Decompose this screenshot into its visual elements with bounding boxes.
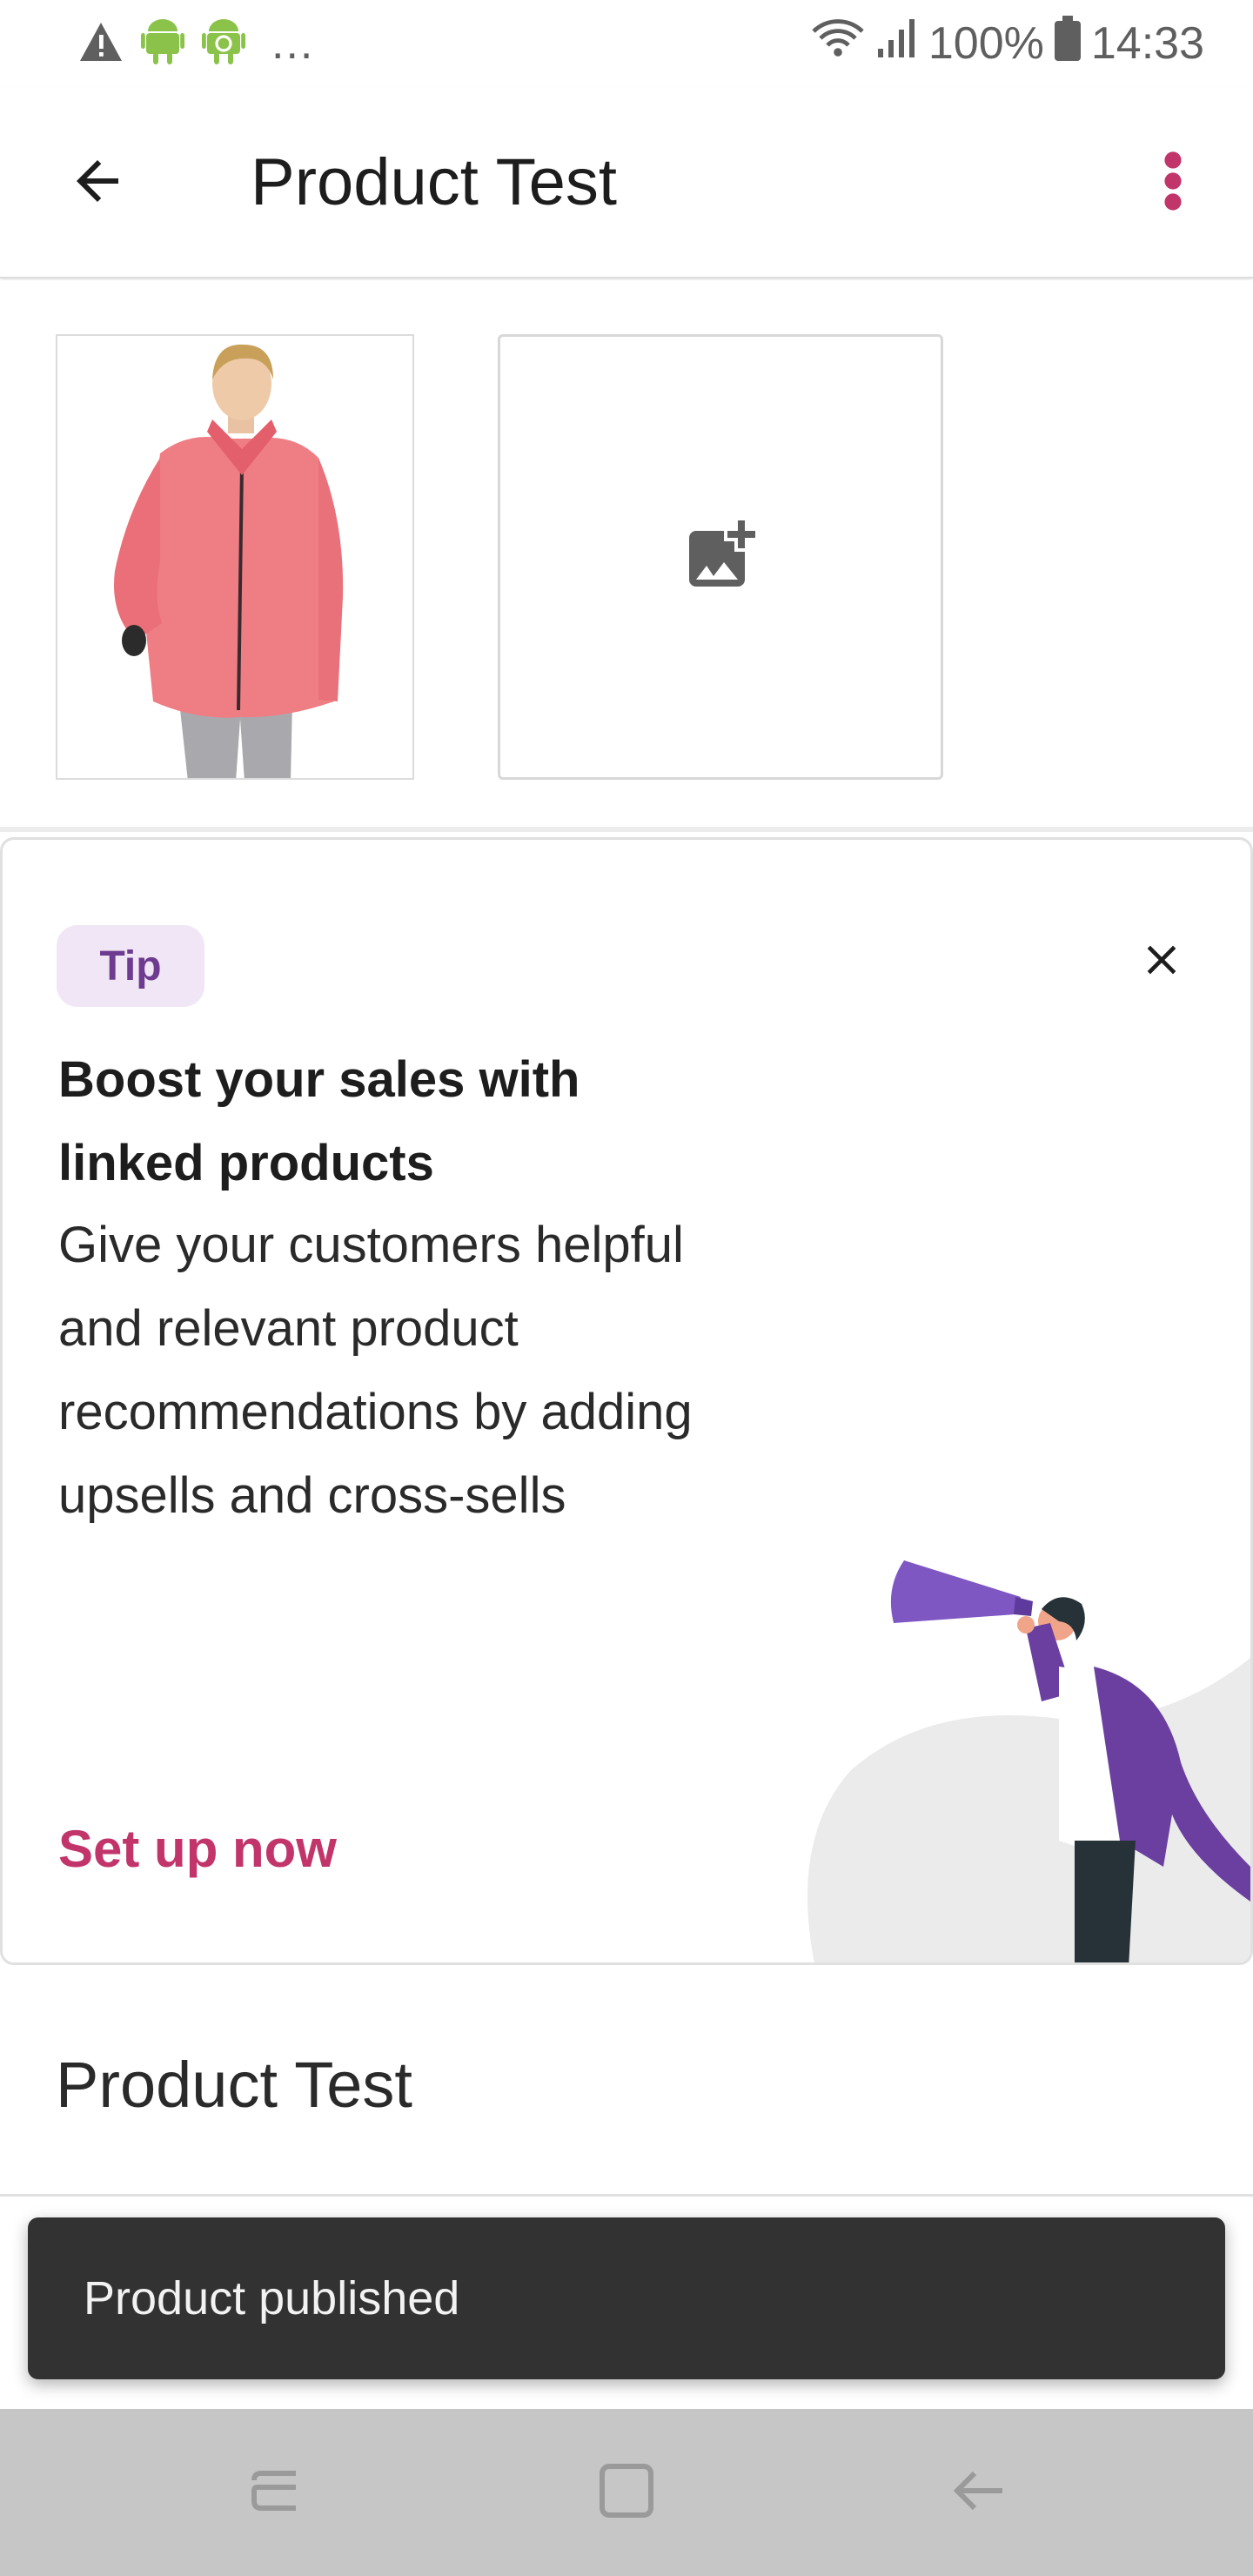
screen: ... 100% 14:33 Product Test Tip Boost yo…: [0, 0, 1253, 2576]
nav-back-icon: [947, 2459, 1009, 2526]
warning-icon: [78, 21, 124, 67]
arrow-back-icon: [66, 150, 129, 217]
set-up-now-link[interactable]: Set up now: [58, 1815, 337, 1884]
system-nav-bar: [0, 2409, 1253, 2576]
android-update-icon: [202, 17, 245, 70]
tip-description: Give your customers helpful and relevant…: [58, 1217, 693, 1524]
system-indicators: 100% 14:33: [810, 15, 1204, 72]
product-images: [0, 280, 1253, 832]
status-bar: ... 100% 14:33: [0, 0, 1253, 87]
more-notifications: ...: [271, 18, 315, 69]
notification-icons: ...: [78, 16, 314, 71]
snackbar: Product published: [28, 2217, 1225, 2379]
battery-percent: 100%: [928, 18, 1044, 69]
page-title: Product Test: [251, 145, 618, 219]
signal-icon: [876, 17, 918, 70]
add-photo-icon: [679, 513, 762, 601]
nav-back-button[interactable]: [936, 2451, 1020, 2534]
android-icon: [141, 17, 184, 70]
recents-button[interactable]: [233, 2451, 317, 2534]
home-icon: [595, 2459, 658, 2526]
megaphone-person-illustration: [807, 1560, 1250, 1962]
more-options-button[interactable]: [1131, 141, 1215, 225]
home-button[interactable]: [585, 2451, 668, 2534]
product-photo: [57, 336, 412, 778]
product-name-section[interactable]: Product Test: [0, 1965, 1253, 2197]
wifi-icon: [810, 16, 866, 72]
battery-icon: [1054, 15, 1081, 72]
app-bar: Product Test: [0, 87, 1253, 278]
back-button[interactable]: [56, 141, 139, 225]
add-image-button[interactable]: [498, 334, 943, 780]
snackbar-message: Product published: [84, 2272, 460, 2324]
tip-title: Boost your sales with linked products: [58, 1051, 580, 1191]
tip-close-button[interactable]: [1127, 927, 1196, 996]
product-name: Product Test: [56, 2049, 412, 2121]
product-image-thumbnail[interactable]: [56, 334, 414, 780]
more-vert-icon: [1163, 150, 1183, 217]
close-icon: [1137, 936, 1186, 989]
tip-card: Tip Boost your sales with linked product…: [0, 837, 1253, 1965]
tip-badge: Tip: [57, 925, 204, 1007]
recents-icon: [244, 2459, 306, 2526]
clock: 14:33: [1090, 18, 1204, 69]
